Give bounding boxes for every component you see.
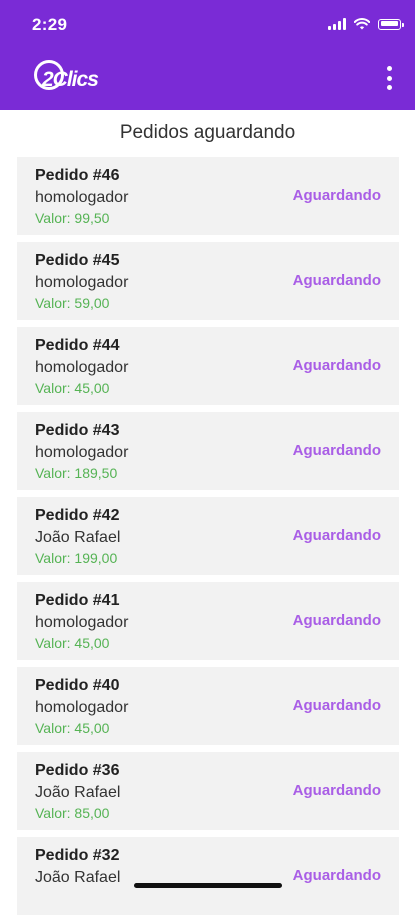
order-value: Valor: 45,00	[35, 635, 110, 651]
order-status: Aguardando	[292, 867, 381, 884]
order-title: Pedido #40	[35, 677, 120, 694]
order-value: Valor: 199,00	[35, 550, 118, 566]
order-status: Aguardando	[292, 187, 381, 204]
order-status: Aguardando	[292, 442, 381, 459]
order-title: Pedido #46	[35, 167, 120, 184]
order-card[interactable]: Pedido #44 homologador Valor: 45,00 Agua…	[17, 327, 399, 405]
status-time: 2:29	[32, 15, 68, 34]
order-status: Aguardando	[292, 697, 381, 714]
order-card[interactable]: Pedido #40 homologador Valor: 45,00 Agua…	[17, 667, 399, 745]
status-icons	[328, 16, 404, 32]
order-customer: homologador	[35, 699, 129, 716]
order-customer: homologador	[35, 189, 129, 206]
order-card[interactable]: Pedido #36 João Rafael Valor: 85,00 Agua…	[17, 752, 399, 830]
wifi-icon	[354, 18, 370, 30]
order-status: Aguardando	[292, 782, 381, 799]
order-title: Pedido #43	[35, 422, 120, 439]
status-bar: 2:29	[0, 0, 415, 50]
order-value: Valor: 99,50	[35, 210, 110, 226]
order-customer: homologador	[35, 444, 129, 461]
order-value: Valor: 85,00	[35, 805, 110, 821]
more-vertical-icon[interactable]	[381, 66, 397, 90]
order-customer: João Rafael	[35, 784, 121, 801]
order-card[interactable]: Pedido #41 homologador Valor: 45,00 Agua…	[17, 582, 399, 660]
order-status: Aguardando	[292, 272, 381, 289]
order-card[interactable]: Pedido #45 homologador Valor: 59,00 Agua…	[17, 242, 399, 320]
home-indicator[interactable]	[134, 883, 282, 888]
app-logo: 2Clics	[34, 58, 114, 98]
order-status: Aguardando	[292, 357, 381, 374]
logo-text: 2Clics	[42, 68, 99, 91]
order-customer: homologador	[35, 614, 129, 631]
order-status: Aguardando	[292, 527, 381, 544]
order-customer: homologador	[35, 274, 129, 291]
page-title: Pedidos aguardando	[119, 122, 296, 143]
order-card[interactable]: Pedido #43 homologador Valor: 189,50 Agu…	[17, 412, 399, 490]
order-card[interactable]: Pedido #42 João Rafael Valor: 199,00 Agu…	[17, 497, 399, 575]
order-customer: João Rafael	[35, 869, 121, 886]
order-list: Pedido #46 homologador Valor: 99,50 Agua…	[17, 157, 399, 922]
order-value: Valor: 45,00	[35, 720, 110, 736]
app-header: 2:29 2Clics	[0, 0, 415, 110]
order-customer: João Rafael	[35, 529, 121, 546]
order-status: Aguardando	[292, 612, 381, 629]
order-title: Pedido #32	[35, 847, 120, 864]
order-card[interactable]: Pedido #32 João Rafael Aguardando	[17, 837, 399, 915]
battery-icon	[378, 18, 404, 30]
cellular-signal-icon	[328, 18, 346, 30]
order-title: Pedido #45	[35, 252, 120, 269]
order-value: Valor: 59,00	[35, 295, 110, 311]
order-title: Pedido #36	[35, 762, 120, 779]
order-value: Valor: 45,00	[35, 380, 110, 396]
order-card[interactable]: Pedido #46 homologador Valor: 99,50 Agua…	[17, 157, 399, 235]
order-customer: homologador	[35, 359, 129, 376]
order-value: Valor: 189,50	[35, 465, 118, 481]
order-title: Pedido #42	[35, 507, 120, 524]
order-title: Pedido #41	[35, 592, 120, 609]
order-title: Pedido #44	[35, 337, 120, 354]
